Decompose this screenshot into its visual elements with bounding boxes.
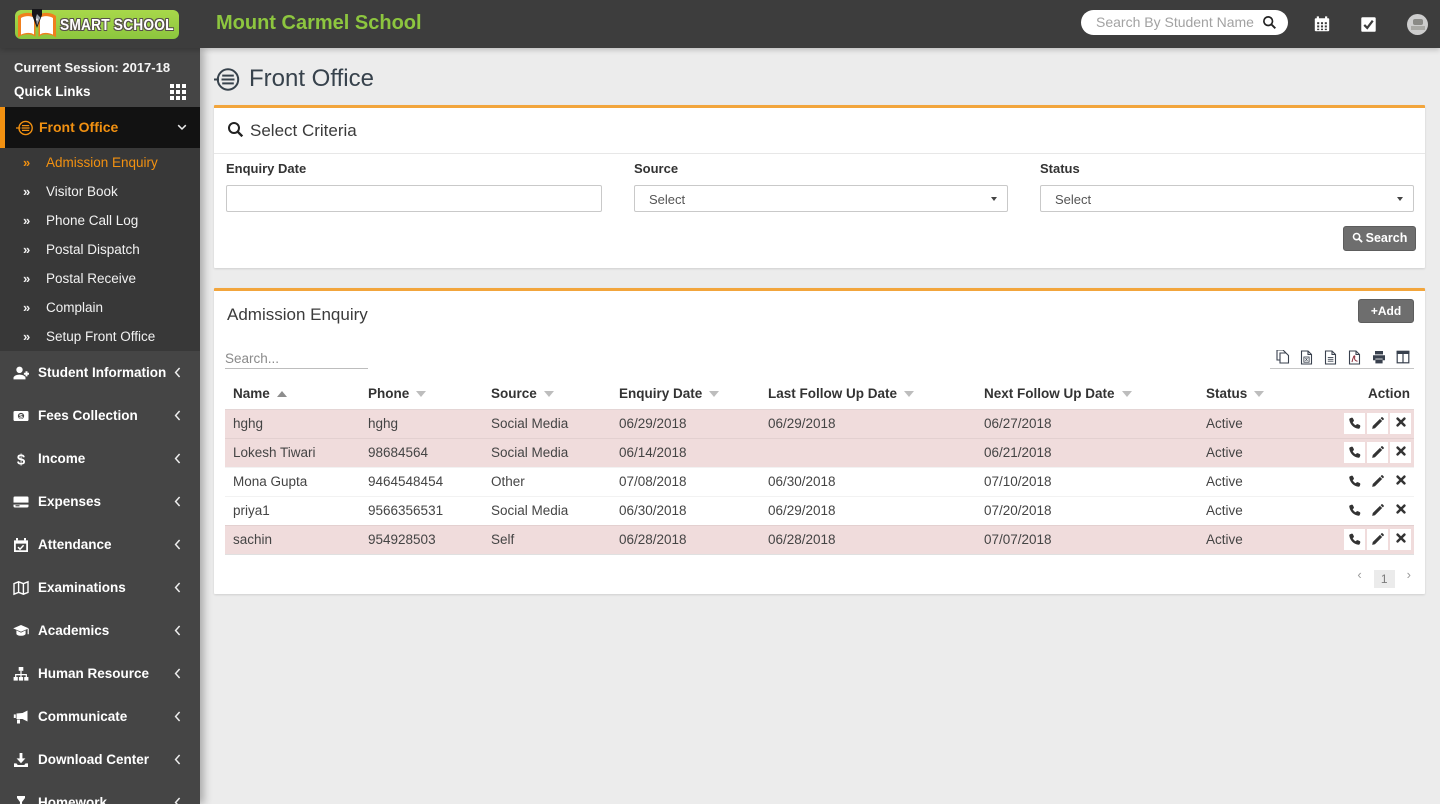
svg-text:$: $	[19, 413, 23, 420]
svg-text:x: x	[1305, 357, 1308, 363]
svg-text:$: $	[17, 452, 26, 468]
